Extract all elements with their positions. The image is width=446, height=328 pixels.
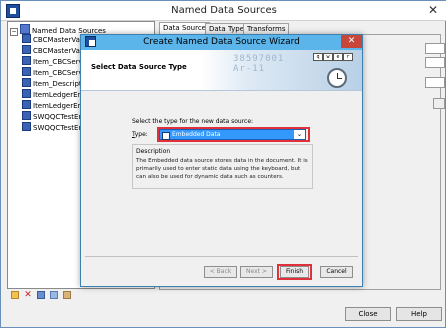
copy-icon[interactable]: [50, 291, 58, 299]
data-source-icon: [22, 89, 31, 98]
property-field[interactable]: [425, 77, 445, 88]
wizard-close-button[interactable]: ✕: [341, 35, 362, 48]
help-button[interactable]: Help: [396, 307, 442, 321]
data-source-icon: [22, 67, 31, 76]
data-source-icon: [22, 34, 31, 43]
data-source-icon: [22, 122, 31, 131]
data-source-icon: [22, 100, 31, 109]
data-source-icon: [22, 111, 31, 120]
property-field[interactable]: [425, 57, 445, 68]
wizard-separator: [85, 256, 358, 257]
database-icon: [20, 24, 30, 34]
wizard-title: Create Named Data Source Wizard: [143, 37, 300, 47]
cancel-button[interactable]: Cancel: [320, 266, 353, 278]
finish-button-highlight: [277, 264, 312, 280]
data-source-icon: [22, 45, 31, 54]
type-label: Type:: [132, 131, 148, 138]
create-named-data-source-wizard: Create Named Data Source Wizard ✕ 385970…: [80, 34, 363, 287]
collapse-icon[interactable]: −: [10, 28, 18, 36]
data-source-icon: [22, 56, 31, 65]
window-close-button[interactable]: ✕: [419, 1, 446, 19]
close-button[interactable]: Close: [345, 307, 391, 321]
next-button[interactable]: Next >: [240, 266, 273, 278]
banner-digits: 38597001 Ar-11: [233, 54, 285, 74]
clock-icon: [327, 68, 347, 88]
property-button[interactable]: [433, 98, 445, 109]
window-title-bar: Named Data Sources ✕: [1, 1, 446, 21]
wizard-header: 38597001 Ar-11 Select Data Source Type q …: [81, 50, 362, 91]
delete-icon[interactable]: ✕: [24, 291, 32, 300]
type-select-highlight: [157, 127, 310, 142]
description-text: The Embedded data source stores data in …: [136, 158, 308, 180]
back-button[interactable]: < Back: [204, 266, 237, 278]
name-field[interactable]: [425, 43, 445, 54]
description-label: Description: [136, 148, 171, 155]
type-prompt: Select the type for the new data source:: [132, 118, 254, 125]
wizard-title-bar: Create Named Data Source Wizard ✕: [81, 35, 362, 50]
paste-icon[interactable]: [63, 291, 71, 299]
data-source-icon: [22, 78, 31, 87]
window-title: Named Data Sources: [171, 5, 277, 16]
new-icon[interactable]: [11, 291, 19, 299]
keyboard-icon: q w e r: [313, 53, 353, 65]
cut-icon[interactable]: [37, 291, 45, 299]
step-heading: Select Data Source Type: [91, 63, 187, 71]
